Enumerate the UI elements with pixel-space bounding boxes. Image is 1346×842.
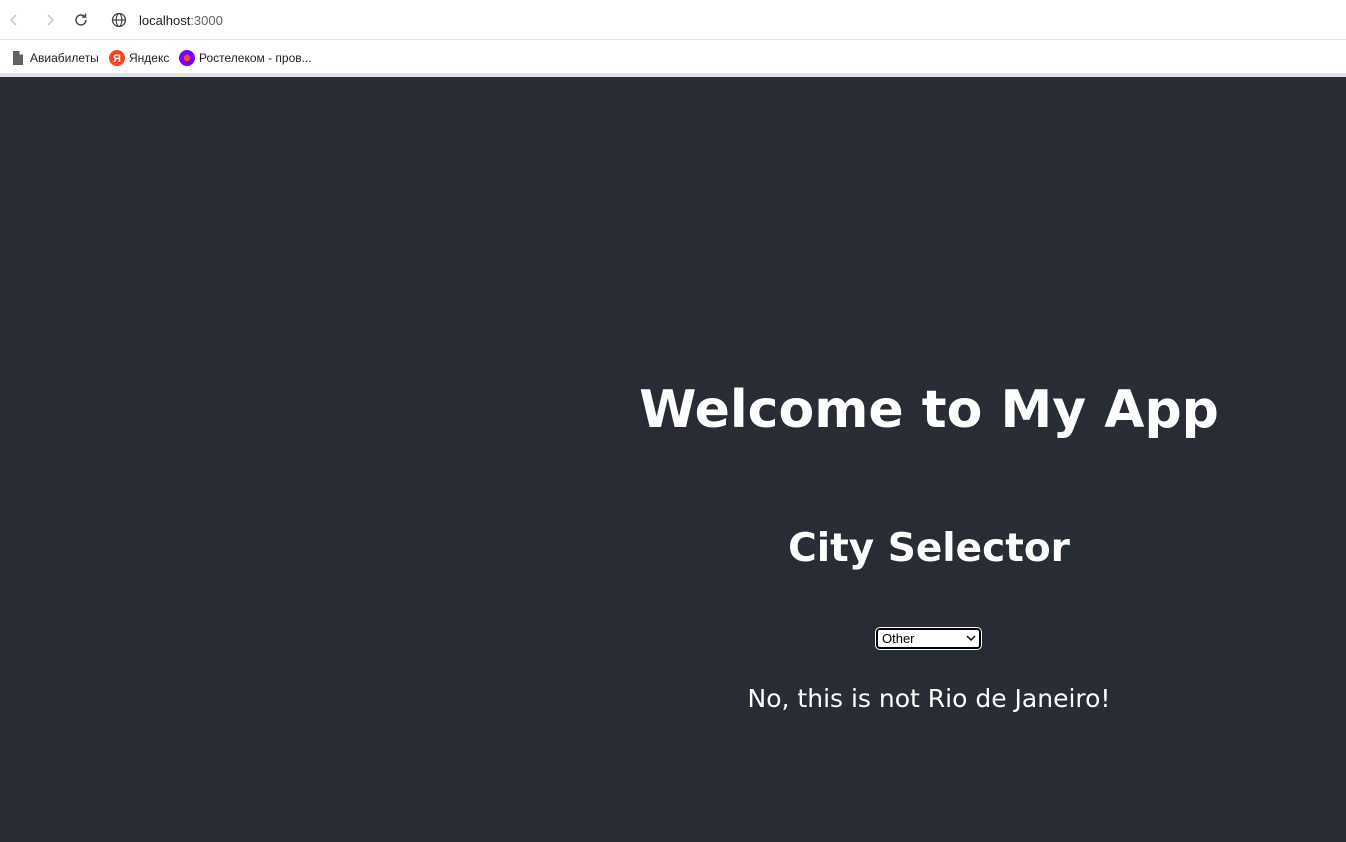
- bookmarks-bar: Авиабилеты Я Яндекс Ростелеком - пров...: [0, 41, 1346, 74]
- app-content: Welcome to My App City Selector Other No…: [512, 77, 1346, 842]
- chevron-down-icon: [966, 635, 976, 641]
- bookmark-label: Яндекс: [129, 51, 170, 65]
- city-select[interactable]: Other: [875, 627, 982, 650]
- address-bar[interactable]: localhost:3000: [104, 5, 1334, 35]
- url-text: localhost:3000: [139, 13, 223, 28]
- bookmark-label: Ростелеком - пров...: [199, 51, 312, 65]
- url-host: localhost: [139, 12, 191, 28]
- bookmark-yandex[interactable]: Я Яндекс: [109, 49, 169, 67]
- bookmark-aviabilety[interactable]: Авиабилеты: [10, 49, 99, 67]
- back-button[interactable]: [2, 8, 26, 32]
- browser-toolbar: localhost:3000: [0, 0, 1346, 40]
- forward-arrow-icon: [47, 14, 55, 26]
- rostelecom-logo-icon: [179, 50, 195, 66]
- reload-button[interactable]: [69, 8, 93, 32]
- yandex-logo-icon: Я: [109, 50, 125, 66]
- bookmark-label: Авиабилеты: [30, 51, 99, 65]
- city-select-value: Other: [882, 631, 915, 646]
- svg-text:Я: Я: [113, 53, 121, 65]
- bookmark-rostelecom[interactable]: Ростелеком - пров...: [179, 49, 312, 67]
- page-title: Welcome to My App: [639, 380, 1219, 440]
- app-page: Welcome to My App City Selector Other No…: [0, 77, 1346, 842]
- forward-button[interactable]: [38, 8, 62, 32]
- globe-icon: [104, 5, 134, 35]
- reload-icon: [75, 13, 87, 26]
- file-icon: [10, 50, 26, 66]
- url-port: :3000: [190, 12, 223, 28]
- back-arrow-icon: [9, 14, 17, 26]
- section-title: City Selector: [788, 526, 1070, 571]
- result-message: No, this is not Rio de Janeiro!: [747, 684, 1111, 713]
